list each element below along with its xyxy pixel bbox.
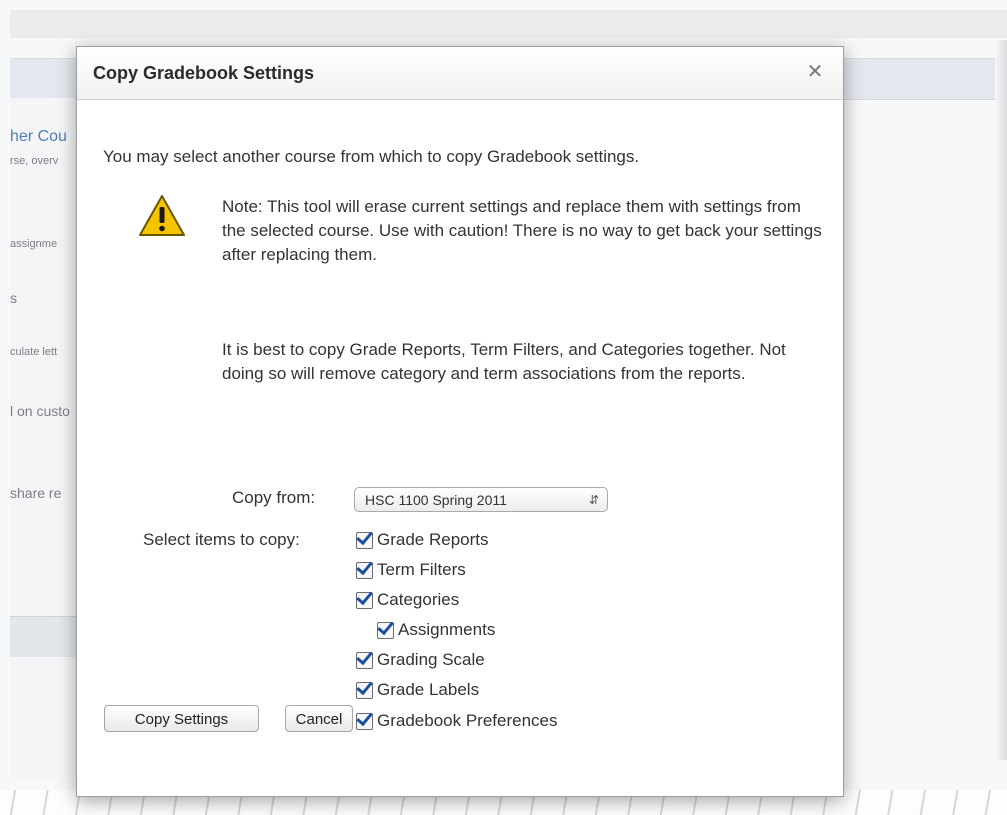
background-text-line: assignme bbox=[10, 238, 58, 250]
background-text-line: rse, overv bbox=[10, 155, 59, 167]
select-arrows-icon: ⇵ bbox=[588, 493, 599, 507]
select-items-label: Select items to copy: bbox=[143, 530, 300, 549]
checkbox-checked[interactable] bbox=[356, 531, 373, 549]
warning-triangle-icon bbox=[139, 195, 185, 236]
checkbox-grade-labels[interactable]: Grade Labels bbox=[356, 677, 479, 703]
background-right-edge bbox=[995, 40, 1007, 760]
copy-advice: It is best to copy Grade Reports, Term F… bbox=[222, 340, 786, 383]
checkbox-checked[interactable] bbox=[356, 591, 373, 609]
copy-from-select[interactable]: HSC 1100 Spring 2011 ⇵ bbox=[354, 487, 608, 512]
checkbox-checked[interactable] bbox=[356, 561, 373, 579]
background-toolbar bbox=[10, 10, 1007, 38]
checkbox-assignments[interactable]: Assignments bbox=[377, 617, 495, 643]
checkbox-checked[interactable] bbox=[356, 712, 373, 730]
copy-from-selected-value: HSC 1100 Spring 2011 bbox=[365, 492, 507, 508]
background-text-line: s bbox=[10, 290, 17, 306]
checkbox-grade-reports[interactable]: Grade Reports bbox=[356, 527, 489, 553]
checkbox-label: Gradebook Preferences bbox=[377, 711, 558, 730]
checkbox-label: Term Filters bbox=[377, 560, 466, 579]
background-text-line: share re bbox=[10, 485, 62, 501]
copy-from-label: Copy from: bbox=[232, 488, 316, 507]
checkbox-checked[interactable] bbox=[356, 651, 373, 669]
intro-text: You may select another course from which… bbox=[103, 147, 640, 166]
copy-gradebook-settings-dialog: Copy Gradebook Settings ✕ You may select… bbox=[76, 46, 844, 797]
checkbox-label: Grade Labels bbox=[377, 680, 480, 699]
background-text-line: l on custo bbox=[10, 403, 70, 419]
checkbox-categories[interactable]: Categories bbox=[356, 587, 459, 613]
checkbox-grading-scale[interactable]: Grading Scale bbox=[356, 647, 485, 673]
warning-note: Note: This tool will erase current setti… bbox=[222, 197, 822, 264]
checkbox-label: Assignments bbox=[398, 620, 496, 639]
page: her Cou rse, overv assignme s culate let… bbox=[0, 0, 1007, 815]
checkbox-term-filters[interactable]: Term Filters bbox=[356, 557, 466, 583]
checkbox-label: Categories bbox=[377, 590, 460, 609]
checkbox-checked[interactable] bbox=[356, 681, 373, 699]
close-icon[interactable]: ✕ bbox=[805, 62, 825, 82]
background-text-line: culate lett bbox=[10, 346, 58, 358]
background-link[interactable]: her Cou bbox=[10, 128, 78, 146]
checkbox-gradebook-preferences[interactable]: Gradebook Preferences bbox=[356, 708, 558, 734]
dialog-title: Copy Gradebook Settings bbox=[93, 63, 315, 83]
copy-settings-button[interactable]: Copy Settings bbox=[104, 705, 259, 732]
cancel-button[interactable]: Cancel bbox=[285, 705, 353, 732]
checkbox-checked[interactable] bbox=[377, 621, 394, 639]
checkbox-label: Grading Scale bbox=[377, 650, 485, 669]
checkbox-label: Grade Reports bbox=[377, 530, 489, 549]
dialog-header: Copy Gradebook Settings ✕ bbox=[77, 47, 843, 100]
